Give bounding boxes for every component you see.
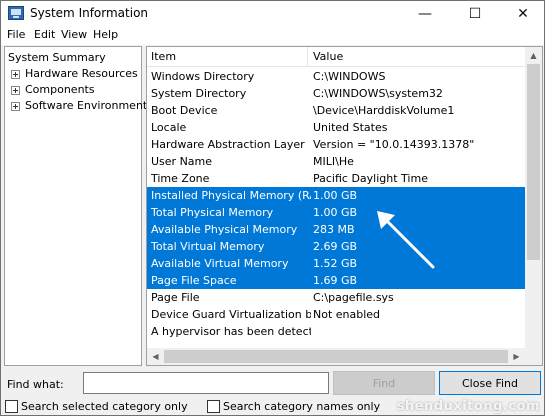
menu-edit[interactable]: Edit — [34, 28, 55, 41]
table-row[interactable]: Boot Device \Device\HarddiskVolume1 — [147, 102, 527, 119]
row-item-cell: Boot Device — [151, 104, 218, 117]
table-row[interactable]: User Name MILI\He — [147, 153, 527, 170]
row-item-cell: Page File Space — [151, 274, 237, 287]
menu-bar: File Edit View Help — [1, 26, 544, 45]
scroll-corner — [525, 348, 542, 365]
search-category-names-checkbox[interactable]: Search category names only — [207, 399, 380, 413]
column-divider[interactable] — [307, 47, 308, 67]
table-row[interactable]: Available Physical Memory 283 MB — [147, 221, 527, 238]
row-item-cell: Total Virtual Memory — [151, 240, 265, 253]
maximize-icon: ☐ — [468, 5, 482, 22]
checkbox-label: Search category names only — [223, 399, 381, 413]
row-value-cell: C:\WINDOWS\system32 — [313, 87, 443, 100]
scroll-left-icon[interactable]: ◀ — [147, 348, 164, 365]
row-item-cell: Page File — [151, 291, 200, 304]
table-row[interactable]: Total Virtual Memory 2.69 GB — [147, 238, 527, 255]
find-what-input[interactable] — [83, 372, 329, 394]
row-value-cell: \Device\HarddiskVolume1 — [313, 104, 455, 117]
tree-item-label: Software Environment — [25, 99, 148, 112]
window-title: System Information — [30, 6, 149, 20]
row-item-cell: Device Guard Virtualization bas... — [151, 308, 311, 321]
find-what-label: Find what: — [7, 378, 64, 391]
close-button[interactable]: ✕ — [506, 1, 540, 26]
row-item-cell: A hypervisor has been detecte... — [151, 325, 311, 338]
table-row[interactable]: Locale United States — [147, 119, 527, 136]
menu-help[interactable]: Help — [93, 28, 118, 41]
menu-view[interactable]: View — [61, 28, 87, 41]
table-row[interactable]: Available Virtual Memory 1.52 GB — [147, 255, 527, 272]
row-item-cell: Installed Physical Memory (RAM) — [151, 189, 311, 202]
title-bar[interactable]: System Information — ☐ ✕ — [1, 1, 544, 26]
row-item-cell: System Directory — [151, 87, 247, 100]
table-row[interactable]: System Directory C:\WINDOWS\system32 — [147, 85, 527, 102]
tree-item-software-environment[interactable]: Software Environment — [5, 98, 147, 114]
row-value-cell: Not enabled — [313, 308, 381, 321]
horizontal-scroll-thumb[interactable] — [164, 350, 508, 363]
expand-plus-icon[interactable] — [11, 86, 20, 95]
row-item-cell: Available Physical Memory — [151, 223, 298, 236]
minimize-icon: — — [418, 5, 432, 22]
row-value-cell: United States — [313, 121, 388, 134]
column-header-value[interactable]: Value — [313, 47, 343, 67]
row-value-cell: C:\WINDOWS — [313, 70, 386, 83]
row-item-cell: User Name — [151, 155, 213, 168]
close-icon: ✕ — [517, 5, 529, 22]
tree-item-label: System Summary — [8, 51, 106, 64]
table-row[interactable]: A hypervisor has been detecte... — [147, 323, 527, 340]
list-header: Item Value — [147, 47, 527, 67]
expand-plus-icon[interactable] — [11, 70, 20, 79]
row-value-cell: MILI\He — [313, 155, 354, 168]
menu-file[interactable]: File — [7, 28, 25, 41]
table-row[interactable]: Page File C:\pagefile.sys — [147, 289, 527, 306]
annotation-arrow-icon — [377, 211, 435, 269]
watermark-text: shenduxitong.com — [396, 399, 540, 414]
row-item-cell: Total Physical Memory — [151, 206, 274, 219]
row-item-cell: Hardware Abstraction Layer — [151, 138, 305, 151]
scroll-up-icon[interactable]: ▲ — [525, 47, 542, 64]
close-find-button[interactable]: Close Find — [439, 371, 541, 395]
row-item-cell: Windows Directory — [151, 70, 255, 83]
system-information-app-icon — [8, 6, 24, 20]
tree-item-hardware-resources[interactable]: Hardware Resources — [5, 66, 141, 82]
search-selected-category-checkbox[interactable]: Search selected category only — [5, 399, 188, 413]
category-tree[interactable]: System Summary Hardware Resources Compon… — [4, 46, 147, 366]
table-row[interactable]: Windows Directory C:\WINDOWS — [147, 68, 527, 85]
column-header-item[interactable]: Item — [151, 47, 176, 67]
table-row[interactable]: Total Physical Memory 1.00 GB — [147, 204, 527, 221]
vertical-scrollbar[interactable]: ▲ ▼ — [525, 47, 542, 365]
minimize-button[interactable]: — — [408, 1, 442, 26]
system-information-window: System Information — ☐ ✕ File Edit View … — [0, 0, 545, 416]
expand-plus-icon[interactable] — [11, 102, 20, 111]
checkbox-box[interactable] — [5, 399, 18, 413]
row-item-cell: Available Virtual Memory — [151, 257, 289, 270]
table-row[interactable]: Installed Physical Memory (RAM)1.00 GB — [147, 187, 527, 204]
maximize-button[interactable]: ☐ — [458, 1, 492, 26]
table-row[interactable]: Page File Space 1.69 GB — [147, 272, 527, 289]
table-row[interactable]: Time Zone Pacific Daylight Time — [147, 170, 527, 187]
checkbox-box[interactable] — [207, 399, 220, 413]
row-item-cell: Locale — [151, 121, 187, 134]
vertical-scroll-thumb[interactable] — [527, 64, 540, 260]
row-item-cell: Time Zone — [151, 172, 210, 185]
tree-item-label: Hardware Resources — [25, 67, 138, 80]
scroll-right-icon[interactable]: ▶ — [508, 348, 525, 365]
row-value-cell: Version = "10.0.14393.1378" — [313, 138, 475, 151]
row-value-cell: C:\pagefile.sys — [313, 291, 394, 304]
checkbox-label: Search selected category only — [21, 399, 188, 413]
tree-item-system-summary[interactable]: System Summary — [8, 50, 106, 66]
horizontal-scrollbar[interactable]: ◀ ▶ — [147, 348, 525, 365]
row-value-cell: Pacific Daylight Time — [313, 172, 428, 185]
details-list[interactable]: Item Value Windows Directory C:\WINDOWS Sy… — [146, 46, 543, 366]
find-button[interactable]: Find — [333, 371, 435, 395]
table-row[interactable]: Hardware Abstraction Layer Version = "10.… — [147, 136, 527, 153]
tree-item-label: Components — [25, 83, 95, 96]
tree-item-components[interactable]: Components — [5, 82, 141, 98]
table-row[interactable]: Device Guard Virtualization bas...Not en… — [147, 306, 527, 323]
row-value-cell: 1.00 GB — [313, 189, 358, 202]
